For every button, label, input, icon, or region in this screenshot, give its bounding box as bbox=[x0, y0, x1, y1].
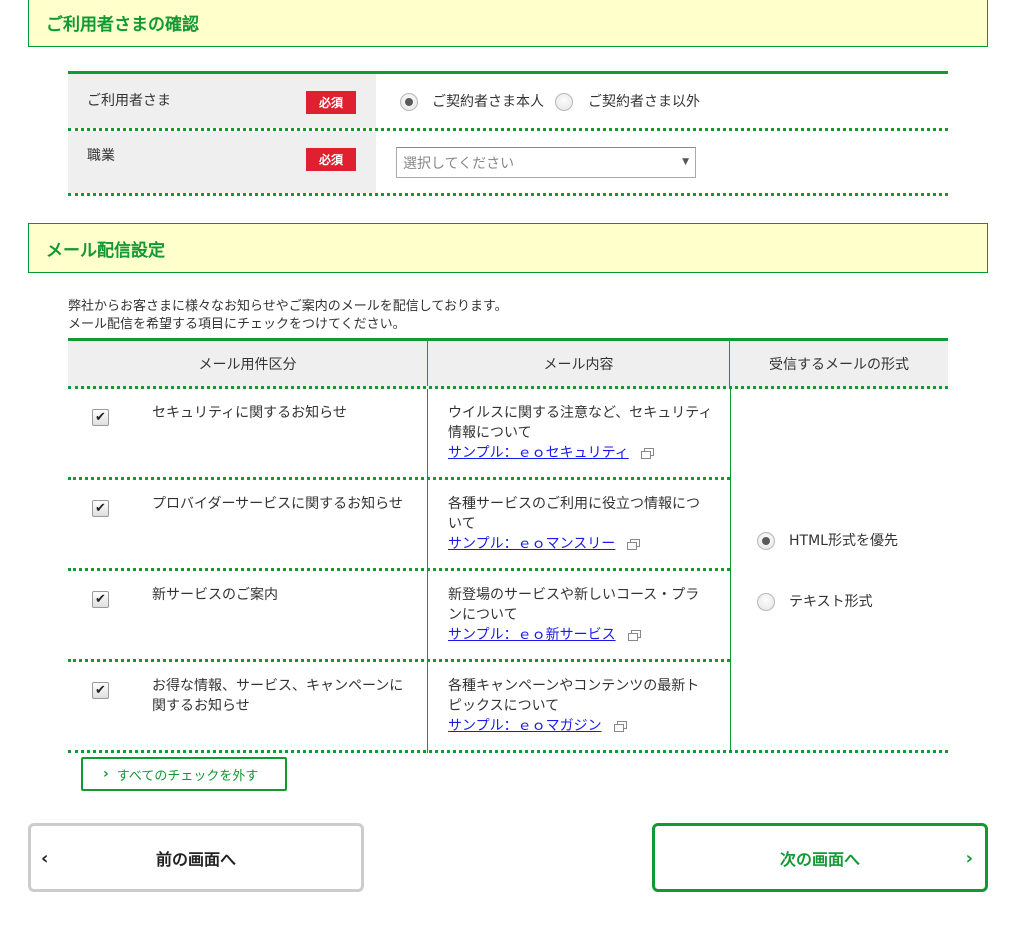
mail-description-text: ウイルスに関する注意など、セキュリティ情報について bbox=[448, 405, 713, 441]
mail-table-body: ✔ セキュリティに関するお知らせ ウイルスに関する注意など、セキュリティ情報につ… bbox=[68, 389, 948, 753]
mail-intro-text: 弊社からお客さまに様々なお知らせやご案内のメールを配信しております。 メール配信… bbox=[68, 298, 508, 334]
mail-description: 各種サービスのご利用に役立つ情報について サンプル：ｅｏマンスリー bbox=[448, 494, 713, 554]
user-row-label: ご利用者さま bbox=[87, 93, 171, 109]
radio-format-html[interactable] bbox=[757, 532, 775, 550]
occupation-row: 職業 必須 選択してください ▼ bbox=[68, 131, 948, 193]
column-header-content: メール内容 bbox=[428, 341, 730, 386]
occupation-label-cell: 職業 必須 bbox=[68, 131, 376, 193]
chevron-right-icon: › bbox=[965, 848, 973, 869]
mail-description: 新登場のサービスや新しいコース・プランについて サンプル：ｅｏ新サービス bbox=[448, 585, 713, 645]
sample-link[interactable]: サンプル：ｅｏセキュリティ bbox=[448, 445, 629, 461]
content-cell: ウイルスに関する注意など、セキュリティ情報について サンプル：ｅｏセキュリティ bbox=[428, 389, 730, 477]
category-cell: ✔ セキュリティに関するお知らせ bbox=[68, 389, 428, 477]
occupation-select[interactable]: 選択してください ▼ bbox=[396, 147, 696, 178]
new-window-icon bbox=[627, 539, 641, 550]
required-badge: 必須 bbox=[306, 148, 356, 171]
table-row: ✔ プロバイダーサービスに関するお知らせ 各種サービスのご利用に役立つ情報につい… bbox=[68, 480, 730, 571]
chevron-right-icon: › bbox=[103, 766, 109, 782]
user-row-label-cell: ご利用者さま 必須 bbox=[68, 74, 376, 128]
intro-line: メール配信を希望する項目にチェックをつけてください。 bbox=[68, 317, 406, 332]
mail-description-text: 各種サービスのご利用に役立つ情報について bbox=[448, 496, 700, 532]
row-divider bbox=[68, 193, 948, 196]
uncheck-all-label: すべてのチェックを外す bbox=[116, 768, 259, 784]
mail-checkbox[interactable]: ✔ bbox=[92, 682, 109, 699]
new-window-icon bbox=[640, 448, 654, 459]
mail-description: ウイルスに関する注意など、セキュリティ情報について サンプル：ｅｏセキュリティ bbox=[448, 403, 713, 463]
next-screen-button[interactable]: 次の画面へ › bbox=[652, 823, 988, 892]
radio-contractor-other[interactable] bbox=[555, 93, 573, 111]
uncheck-all-button[interactable]: › すべてのチェックを外す bbox=[81, 757, 287, 791]
mail-category-title: 新サービスのご案内 bbox=[152, 587, 278, 603]
column-header-category: メール用件区分 bbox=[68, 341, 428, 386]
previous-screen-label: 前の画面へ bbox=[155, 849, 236, 869]
section-header-user-confirmation: ご利用者さまの確認 bbox=[28, 0, 988, 47]
mail-checkbox[interactable]: ✔ bbox=[92, 500, 109, 517]
next-screen-label: 次の画面へ bbox=[779, 849, 860, 869]
new-window-icon bbox=[627, 630, 641, 641]
required-badge: 必須 bbox=[306, 91, 356, 114]
table-row: ✔ 新サービスのご案内 新登場のサービスや新しいコース・プランについて サンプル… bbox=[68, 571, 730, 662]
dropdown-arrow-icon: ▼ bbox=[682, 157, 689, 167]
content-cell: 各種サービスのご利用に役立つ情報について サンプル：ｅｏマンスリー bbox=[428, 480, 730, 568]
mail-category-title: プロバイダーサービスに関するお知らせ bbox=[152, 496, 403, 512]
section-header-mail-settings: メール配信設定 bbox=[28, 223, 988, 273]
radio-format-text-label[interactable]: テキスト形式 bbox=[789, 591, 873, 611]
mail-category-title: お得な情報、サービス、キャンペーンに関するお知らせ bbox=[152, 678, 404, 714]
occupation-value-cell: 選択してください ▼ bbox=[376, 131, 948, 193]
new-window-icon bbox=[613, 721, 627, 732]
user-row-value-cell: ご契約者さま本人 ご契約者さま以外 bbox=[376, 74, 948, 128]
category-cell: ✔ 新サービスのご案内 bbox=[68, 571, 428, 659]
intro-line: 弊社からお客さまに様々なお知らせやご案内のメールを配信しております。 bbox=[68, 299, 508, 314]
radio-contractor-self[interactable] bbox=[400, 93, 418, 111]
content-cell: 各種キャンペーンやコンテンツの最新トピックスについて サンプル：ｅｏマガジン bbox=[428, 662, 730, 753]
sample-link[interactable]: サンプル：ｅｏ新サービス bbox=[448, 627, 616, 643]
chevron-left-icon: ‹ bbox=[41, 848, 49, 869]
section-title: ご利用者さまの確認 bbox=[46, 15, 199, 35]
radio-format-text[interactable] bbox=[757, 593, 775, 611]
mail-rows: ✔ セキュリティに関するお知らせ ウイルスに関する注意など、セキュリティ情報につ… bbox=[68, 389, 730, 753]
content-cell: 新登場のサービスや新しいコース・プランについて サンプル：ｅｏ新サービス bbox=[428, 571, 730, 659]
mail-description: 各種キャンペーンやコンテンツの最新トピックスについて サンプル：ｅｏマガジン bbox=[448, 676, 713, 736]
previous-screen-button[interactable]: ‹ 前の画面へ bbox=[28, 823, 364, 892]
mail-category-title: セキュリティに関するお知らせ bbox=[152, 405, 347, 421]
user-confirmation-table: ご利用者さま 必須 ご契約者さま本人 ご契約者さま以外 職業 必須 選択してくだ… bbox=[68, 71, 948, 196]
mail-description-text: 各種キャンペーンやコンテンツの最新トピックスについて bbox=[448, 678, 700, 714]
category-cell: ✔ お得な情報、サービス、キャンペーンに関するお知らせ bbox=[68, 662, 428, 753]
column-header-format: 受信するメールの形式 bbox=[769, 356, 909, 373]
sample-link[interactable]: サンプル：ｅｏマンスリー bbox=[448, 536, 615, 552]
radio-format-html-label[interactable]: HTML形式を優先 bbox=[789, 530, 898, 550]
mail-description-text: 新登場のサービスや新しいコース・プランについて bbox=[448, 587, 700, 623]
table-row: ✔ セキュリティに関するお知らせ ウイルスに関する注意など、セキュリティ情報につ… bbox=[68, 389, 730, 480]
mail-checkbox[interactable]: ✔ bbox=[92, 591, 109, 608]
format-cell: HTML形式を優先 テキスト形式 bbox=[730, 389, 948, 753]
radio-contractor-other-label[interactable]: ご契約者さま以外 bbox=[588, 91, 700, 111]
user-row: ご利用者さま 必須 ご契約者さま本人 ご契約者さま以外 bbox=[68, 74, 948, 128]
occupation-select-value: 選択してください bbox=[403, 155, 515, 172]
mail-checkbox[interactable]: ✔ bbox=[92, 409, 109, 426]
radio-contractor-self-label[interactable]: ご契約者さま本人 bbox=[432, 91, 544, 111]
sample-link[interactable]: サンプル：ｅｏマガジン bbox=[448, 718, 602, 734]
table-row: ✔ お得な情報、サービス、キャンペーンに関するお知らせ 各種キャンペーンやコンテ… bbox=[68, 662, 730, 753]
section-title: メール配信設定 bbox=[46, 240, 165, 261]
occupation-label: 職業 bbox=[87, 148, 115, 164]
mail-settings-table: メール用件区分 メール内容 受信するメールの形式 ✔ セキュリティに関するお知ら… bbox=[68, 338, 948, 753]
table-bottom-border bbox=[68, 750, 948, 753]
mail-table-header: メール用件区分 メール内容 受信するメールの形式 bbox=[68, 338, 948, 389]
category-cell: ✔ プロバイダーサービスに関するお知らせ bbox=[68, 480, 428, 568]
